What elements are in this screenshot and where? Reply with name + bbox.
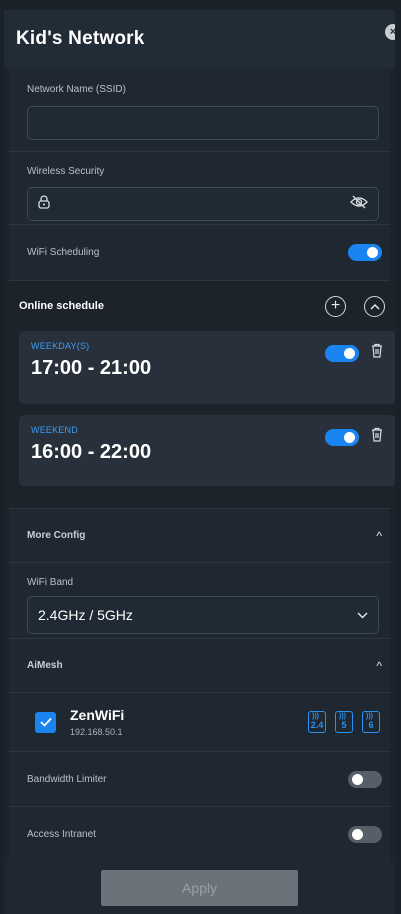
footer-bar: Apply	[4, 862, 395, 914]
access-intranet-label: Access Intranet	[27, 829, 96, 840]
node-ip: 192.168.50.1	[70, 727, 123, 737]
schedule-card-weekend[interactable]: WEEKEND 16:00 - 22:00	[19, 415, 395, 486]
more-config-header[interactable]: More Config ^	[9, 509, 390, 563]
chevron-up-icon[interactable]: ^	[376, 659, 382, 673]
wifi-band-label: WiFi Band	[27, 577, 74, 588]
wifi-band-value: 2.4GHz / 5GHz	[38, 607, 133, 623]
ssid-section: Network Name (SSID)	[9, 68, 390, 152]
aimesh-title: AiMesh	[27, 660, 63, 671]
trash-icon[interactable]	[371, 343, 383, 363]
wifi-band-5-icon: ))) 5	[335, 711, 353, 733]
wifi-band-select[interactable]: 2.4GHz / 5GHz	[27, 596, 379, 634]
security-password-field[interactable]	[27, 187, 379, 221]
ssid-input[interactable]	[27, 106, 379, 140]
aimesh-node-checkbox[interactable]	[35, 711, 56, 733]
add-schedule-icon[interactable]: +	[325, 295, 346, 317]
online-schedule-section: Online schedule + WEEKDAY(S) 17:00 - 21:…	[9, 281, 395, 509]
close-icon[interactable]: ×	[385, 24, 395, 40]
wifi-band-6-icon: ))) 6	[362, 711, 380, 733]
bandwidth-limiter-label: Bandwidth Limiter	[27, 773, 107, 785]
aimesh-node-row: ZenWiFi 192.168.50.1 ))) 2.4 ))) 5 ))) 6	[9, 693, 390, 752]
schedule-card-weekday[interactable]: WEEKDAY(S) 17:00 - 21:00	[19, 331, 395, 404]
chevron-up-icon[interactable]: ^	[376, 529, 382, 543]
apply-button[interactable]: Apply	[101, 870, 298, 906]
wifi-band-section: WiFi Band 2.4GHz / 5GHz	[9, 563, 390, 639]
access-intranet-row: Access Intranet	[9, 807, 390, 863]
security-section: Wireless Security	[9, 152, 390, 225]
wifi-band-24-icon: ))) 2.4	[308, 711, 326, 733]
schedule-weekday-toggle[interactable]	[325, 344, 359, 362]
schedule-title: Online schedule	[19, 300, 104, 312]
more-config-title: More Config	[27, 530, 86, 541]
access-intranet-toggle[interactable]	[348, 826, 382, 843]
aimesh-header[interactable]: AiMesh ^	[9, 639, 390, 693]
schedule-weekend-toggle[interactable]	[325, 428, 359, 446]
chevron-down-icon	[357, 606, 368, 624]
trash-icon[interactable]	[371, 427, 383, 447]
title-bar: Kid's Network ×	[4, 10, 395, 68]
eye-hidden-icon[interactable]	[350, 195, 368, 214]
wifi-scheduling-row: WiFi Scheduling	[9, 225, 390, 281]
page-title: Kid's Network	[16, 28, 145, 49]
schedule-header: Online schedule +	[9, 281, 390, 331]
lock-icon	[38, 194, 50, 214]
collapse-schedule-icon[interactable]	[364, 295, 385, 317]
wifi-scheduling-toggle[interactable]	[348, 244, 382, 261]
bandwidth-limiter-toggle[interactable]	[348, 770, 382, 788]
bandwidth-limiter-row: Bandwidth Limiter	[9, 752, 390, 807]
kids-network-panel: Kid's Network × Network Name (SSID) Wire…	[4, 10, 395, 914]
security-label: Wireless Security	[27, 166, 105, 177]
band-badges: ))) 2.4 ))) 5 ))) 6	[308, 711, 380, 733]
ssid-label: Network Name (SSID)	[27, 84, 126, 95]
wifi-scheduling-label: WiFi Scheduling	[27, 247, 100, 258]
node-name: ZenWiFi	[70, 707, 125, 723]
